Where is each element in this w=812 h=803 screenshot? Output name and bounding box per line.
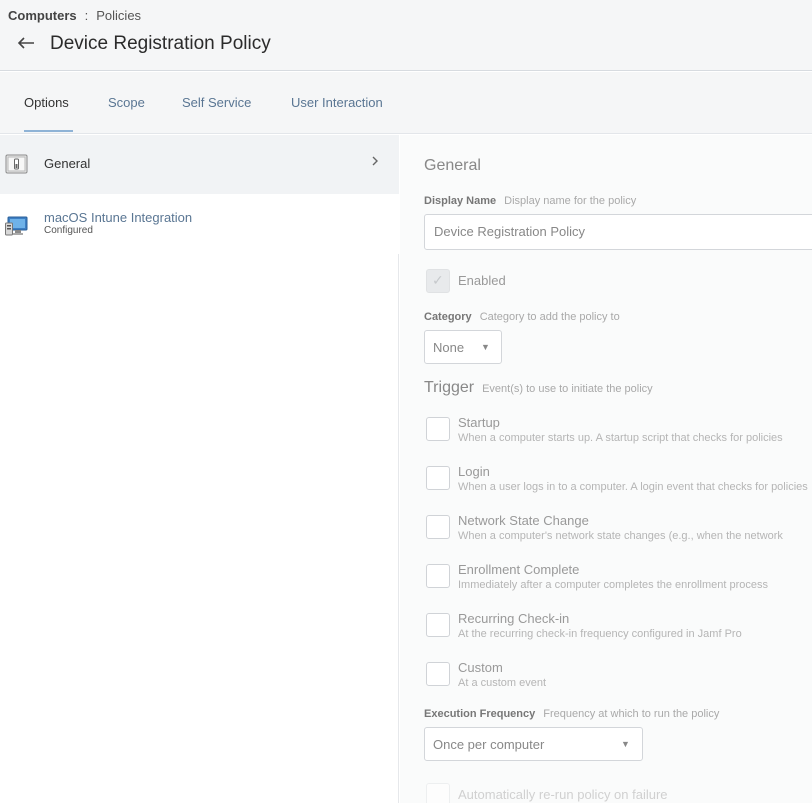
login-label: Login (458, 464, 490, 479)
login-checkbox[interactable] (426, 466, 450, 490)
display-name-label-text: Display Name (424, 195, 497, 207)
caret-down-icon: ▼ (481, 342, 490, 352)
breadcrumb-separator: : (84, 8, 89, 23)
category-label: Category Category to add the policy to (424, 311, 620, 323)
custom-label: Custom (458, 660, 503, 675)
breadcrumb-policies[interactable]: Policies (96, 8, 141, 23)
payload-sidebar: General macOS Intune Integration Configu… (0, 135, 399, 803)
tab-user-interaction[interactable]: User Interaction (291, 95, 383, 110)
active-tab-indicator (24, 130, 73, 132)
execution-frequency-value: Once per computer (433, 737, 545, 752)
enrollment-complete-label: Enrollment Complete (458, 562, 580, 577)
trigger-heading: Trigger Event(s) to use to initiate the p… (424, 379, 653, 397)
enrollment-complete-description: Immediately after a computer completes t… (458, 579, 768, 591)
page-title: Device Registration Policy (50, 33, 271, 54)
custom-checkbox[interactable] (426, 662, 450, 686)
tab-self-service[interactable]: Self Service (182, 95, 251, 110)
recurring-check-in-label: Recurring Check-in (458, 611, 570, 626)
recurring-check-in-checkbox[interactable] (426, 613, 450, 637)
enabled-checkbox[interactable]: ✓ (426, 269, 450, 293)
sidebar-item-label: macOS Intune Integration (44, 210, 193, 225)
display-name-label: Display Name Display name for the policy (424, 195, 636, 207)
sidebar-item-label: General (44, 156, 91, 171)
sidebar-item-status: Configured (44, 225, 93, 236)
startup-label: Startup (458, 415, 500, 430)
page-header: Computers: Policies Device Registration P… (0, 0, 812, 71)
tab-bar: Options Scope Self Service User Interact… (0, 72, 812, 134)
execution-frequency-label-text: Execution Frequency (424, 708, 536, 720)
network-state-change-description: When a computer's network state changes … (458, 530, 783, 542)
category-select[interactable]: None ▼ (424, 330, 502, 364)
breadcrumb-computers[interactable]: Computers (8, 8, 77, 23)
recurring-check-in-description: At the recurring check-in frequency conf… (458, 628, 742, 640)
sidebar-item-general[interactable]: General (0, 135, 399, 194)
caret-down-icon: ▼ (621, 739, 630, 749)
startup-description: When a computer starts up. A startup scr… (458, 432, 783, 444)
breadcrumb: Computers: Policies (8, 8, 141, 23)
section-title: General (424, 157, 481, 174)
tab-scope[interactable]: Scope (108, 95, 145, 110)
display-name-hint: Display name for the policy (504, 195, 637, 207)
login-description: When a user logs in to a computer. A log… (458, 481, 808, 493)
startup-checkbox[interactable] (426, 417, 450, 441)
trigger-hint: Event(s) to use to initiate the policy (482, 383, 653, 395)
network-state-change-label: Network State Change (458, 513, 589, 528)
custom-description: At a custom event (458, 677, 547, 689)
general-settings-panel: General Display Name Display name for the… (400, 135, 812, 803)
back-arrow-icon[interactable] (16, 33, 38, 55)
network-state-change-checkbox[interactable] (426, 515, 450, 539)
category-hint: Category to add the policy to (479, 311, 620, 323)
execution-frequency-label: Execution Frequency Frequency at which to… (424, 708, 719, 720)
chevron-right-icon (371, 155, 379, 170)
computer-icon (5, 215, 28, 237)
display-name-input[interactable]: Device Registration Policy (424, 214, 812, 250)
rerun-on-failure-checkbox[interactable] (426, 783, 450, 803)
execution-frequency-hint: Frequency at which to run the policy (543, 708, 720, 720)
category-label-text: Category (424, 311, 472, 323)
tab-options[interactable]: Options (24, 95, 69, 110)
general-settings-icon (5, 153, 28, 175)
checkmark-icon: ✓ (432, 272, 444, 288)
trigger-title: Trigger (424, 379, 475, 396)
execution-frequency-select[interactable]: Once per computer ▼ (424, 727, 643, 761)
enrollment-complete-checkbox[interactable] (426, 564, 450, 588)
rerun-on-failure-label: Automatically re-run policy on failure (458, 787, 668, 802)
enabled-label: Enabled (458, 273, 506, 288)
sidebar-item-macos-intune-integration[interactable]: macOS Intune Integration Configured (0, 194, 399, 254)
category-select-value: None (433, 340, 465, 355)
